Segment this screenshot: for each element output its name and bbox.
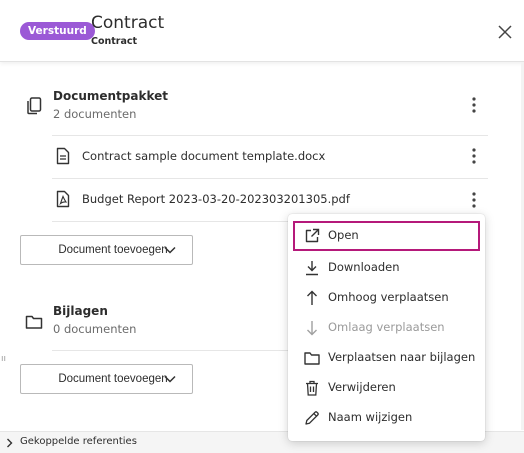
folder-icon [304,352,320,365]
divider [52,135,488,136]
document-stack-icon [27,97,42,115]
menu-item-move-up[interactable]: Omhoog verplaatsen [293,283,480,313]
menu-item-label: Downloaden [328,260,400,274]
arrow-up-icon [307,290,317,305]
package-count: 2 documenten [53,107,137,121]
menu-item-label: Omlaag verplaatsen [328,320,445,334]
external-link-icon [305,228,320,243]
file-name[interactable]: Contract sample document template.docx [82,149,325,163]
arrow-down-icon [307,321,317,336]
menu-item-rename[interactable]: Naam wijzigen [293,403,480,433]
pdf-icon [56,190,70,208]
add-document-label: Document toevoegen [58,244,168,256]
resize-handle[interactable]: ıı [1,354,6,364]
menu-item-open[interactable]: Open [293,221,480,251]
menu-item-download[interactable]: Downloaden [293,253,480,283]
file-name[interactable]: Budget Report 2023-03-20-202303201305.pd… [82,192,350,206]
menu-item-label: Verwijderen [328,380,396,394]
file-more-icon[interactable] [468,191,480,209]
divider [52,178,488,179]
close-icon[interactable] [495,22,515,42]
menu-item-label: Naam wijzigen [328,410,413,424]
add-attachment-label: Document toevoegen [58,373,168,385]
menu-item-label: Open [328,228,359,242]
download-icon [306,261,318,276]
add-attachment-button[interactable]: Document toevoegen [20,364,193,394]
divider [52,350,288,351]
pencil-icon [305,411,319,425]
folder-icon [25,315,43,329]
add-document-button[interactable]: Document toevoegen [20,235,193,265]
file-more-icon[interactable] [468,147,480,165]
package-title: Documentpakket [53,89,168,103]
chevron-right-icon [7,438,13,448]
page-subtitle: Contract [91,36,138,47]
menu-item-label: Verplaatsen naar bijlagen [328,350,476,364]
chevron-down-icon [164,375,176,383]
attachments-title: Bijlagen [53,304,108,318]
menu-item-label: Omhoog verplaatsen [328,290,449,304]
menu-item-move-down: Omlaag verplaatsen [293,313,480,343]
package-more-icon[interactable] [468,96,480,114]
menu-item-move-to-attachments[interactable]: Verplaatsen naar bijlagen [293,343,480,373]
file-context-menu: Open Downloaden Omhoog verplaatsen Omlaa… [288,214,485,441]
attachments-count: 0 documenten [53,322,137,336]
trash-icon [306,380,318,396]
menu-item-delete[interactable]: Verwijderen [293,373,480,403]
divider [52,221,288,222]
page-title: Contract [91,13,165,33]
chevron-down-icon [164,246,176,254]
panel-header: Verstuurd Contract Contract [0,0,524,62]
document-icon [56,147,70,165]
status-badge: Verstuurd [20,22,95,40]
linked-references-label: Gekoppelde referenties [20,436,137,447]
